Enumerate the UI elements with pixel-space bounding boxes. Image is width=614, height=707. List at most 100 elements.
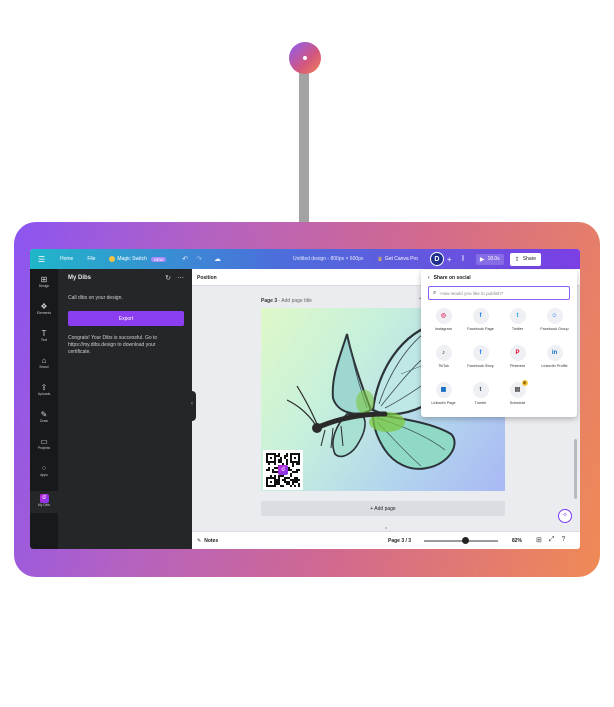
rail-label: Projects	[37, 446, 51, 450]
magic-switch-icon	[109, 256, 116, 262]
dibs-logo-icon: d	[278, 465, 288, 475]
rail-label: Uploads	[37, 392, 51, 396]
share-item-pinterest[interactable]: P Pinterest	[499, 345, 536, 378]
share-item-label: TikTok	[438, 364, 449, 368]
twitter-icon: t	[509, 308, 526, 324]
dibs-qr-code[interactable]: d	[263, 450, 303, 490]
share-popup-header: ‹ Share on social	[428, 275, 471, 281]
magic-switch-button[interactable]: Magic Switch NEW	[109, 256, 167, 262]
present-button[interactable]: ▶ 18.0s	[475, 253, 504, 265]
share-item-facebook-group[interactable]: ☺ Facebook Group	[536, 308, 573, 341]
home-button[interactable]: Home	[60, 256, 73, 262]
more-options-icon[interactable]: ⋯	[177, 274, 184, 282]
pro-crown-icon: ♛	[521, 380, 528, 386]
undo-icon[interactable]: ↶	[182, 255, 188, 263]
panel-title: My Dibs	[68, 275, 92, 281]
page-label[interactable]: Page 3 - Add page title	[261, 298, 312, 304]
share-item-facebook-page[interactable]: f Facebook Page	[462, 308, 499, 341]
pin-stick	[299, 66, 309, 224]
my-dibs-icon: d	[39, 494, 49, 503]
social-destinations: ◎ Instagram f Facebook Page t Twitter ☺ Faceboo…	[425, 308, 575, 415]
zoom-slider[interactable]	[424, 540, 498, 542]
share-item-tumblr[interactable]: t Tumblr	[462, 382, 499, 415]
refresh-icon[interactable]: ↻	[165, 274, 171, 282]
tiktok-icon: ♪	[435, 345, 452, 361]
calendar-icon: ▤ ♛	[509, 380, 528, 398]
share-item-linkedin-page[interactable]: ▦ LinkedIn Page	[425, 382, 462, 415]
file-menu[interactable]: File	[87, 256, 95, 262]
magic-assistant-icon[interactable]: ✧	[558, 509, 572, 523]
get-pro-button[interactable]: ♛ Get Canva Pro	[377, 256, 417, 263]
rail-item-brand[interactable]: ⌂ Brand	[30, 356, 58, 369]
share-item-linkedin-profile[interactable]: in LinkedIn Profile	[536, 345, 573, 378]
rail-item-uploads[interactable]: ⇪ Uploads	[30, 383, 58, 396]
rail-label: Design	[38, 284, 50, 288]
rail-label: Apps	[40, 473, 48, 477]
page-title-placeholder[interactable]: - Add page title	[279, 298, 312, 304]
export-button[interactable]: Export	[68, 311, 184, 326]
success-message: Congrats! Your Dibs is successful. Go to…	[68, 335, 158, 355]
share-item-schedule[interactable]: ▤ ♛ Schedule	[499, 380, 536, 415]
collapse-panel-handle[interactable]	[190, 391, 196, 421]
instagram-icon: ◎	[435, 308, 452, 324]
elements-icon: ❖	[40, 302, 48, 311]
share-on-social-popup: ‹ Share on social ⌕ How would you like t…	[421, 270, 577, 417]
share-item-label: Facebook Group	[540, 327, 569, 331]
view-controls: ⊞ ⤢ ?	[536, 536, 565, 544]
grid-view-icon[interactable]: ⊞	[536, 536, 542, 544]
linkedin-page-icon: ▦	[435, 382, 452, 398]
share-item-instagram[interactable]: ◎ Instagram	[425, 308, 462, 341]
rail-label: Draw	[40, 419, 48, 423]
share-item-label: LinkedIn Profile	[541, 364, 568, 368]
share-button[interactable]: ⇧ Share	[509, 252, 542, 266]
redo-icon[interactable]: ↷	[196, 255, 202, 263]
vertical-scrollbar[interactable]	[574, 439, 577, 499]
design-icon: ⊞	[40, 275, 48, 284]
page-counter[interactable]: Page 3 / 3	[388, 538, 411, 544]
rail-label: Text	[40, 338, 48, 342]
cloud-saved-icon[interactable]: ☁	[214, 255, 221, 263]
canva-editor-screen: ☰ Home File Magic Switch NEW ↶ ↷ ☁ Untit…	[30, 249, 580, 549]
rail-label: My Dibs	[37, 503, 51, 507]
rail-item-draw[interactable]: ✎ Draw	[30, 410, 58, 423]
bar-chart-icon[interactable]: ⫾	[462, 255, 464, 263]
top-bar: ☰ Home File Magic Switch NEW ↶ ↷ ☁ Untit…	[30, 249, 580, 269]
publish-search-input[interactable]: ⌕ How would you like to publish?	[428, 286, 570, 300]
share-item-twitter[interactable]: t Twitter	[499, 308, 536, 341]
pin-ball	[289, 42, 321, 74]
notes-button[interactable]: ✎ Notes	[197, 538, 218, 544]
hamburger-icon[interactable]: ☰	[38, 255, 48, 264]
document-title[interactable]: Untitled design - 800px × 600px	[293, 256, 363, 262]
rail-item-projects[interactable]: ▭ Projects	[30, 437, 58, 450]
rail-item-design[interactable]: ⊞ Design	[30, 275, 58, 288]
zoom-slider-handle[interactable]	[462, 537, 469, 544]
fullscreen-icon[interactable]: ⤢	[549, 536, 555, 544]
share-item-tiktok[interactable]: ♪ TikTok	[425, 345, 462, 378]
avatar[interactable]: D	[429, 252, 444, 266]
help-icon[interactable]: ?	[561, 536, 565, 544]
chevron-up-icon[interactable]: ⌃	[384, 527, 388, 533]
my-dibs-panel: My Dibs ↻ ⋯ Call dibs on your design. Ex…	[58, 269, 192, 549]
rail-item-text[interactable]: T Text	[30, 329, 58, 342]
back-arrow-icon[interactable]: ‹	[428, 275, 430, 281]
share-item-label: Tumblr	[474, 401, 487, 405]
play-icon: ▶	[479, 256, 485, 263]
rail-item-elements[interactable]: ❖ Elements	[30, 302, 58, 315]
tumblr-icon: t	[472, 382, 489, 398]
rail-item-apps[interactable]: ⁘ Apps	[30, 464, 58, 477]
text-icon: T	[41, 329, 47, 338]
facebook-group-icon: ☺	[546, 308, 563, 324]
panel-actions: ↻ ⋯	[165, 274, 184, 282]
share-label: Share	[522, 256, 537, 262]
rail-item-my-dibs[interactable]: d My Dibs	[30, 491, 58, 513]
share-item-label: Pinterest	[510, 364, 525, 368]
invite-button[interactable]: +	[447, 255, 452, 264]
uploads-icon: ⇪	[40, 383, 48, 392]
brand-icon: ⌂	[41, 356, 47, 365]
zoom-level[interactable]: 82%	[512, 538, 522, 544]
add-page-button[interactable]: + Add page	[261, 501, 505, 516]
page-number: Page 3	[261, 298, 278, 304]
bottom-bar: ⌃ ✎ Notes Page 3 / 3 82% ⊞ ⤢ ?	[192, 527, 580, 549]
rail-label: Brand	[39, 365, 49, 369]
share-item-facebook-story[interactable]: f Facebook Story	[462, 345, 499, 378]
